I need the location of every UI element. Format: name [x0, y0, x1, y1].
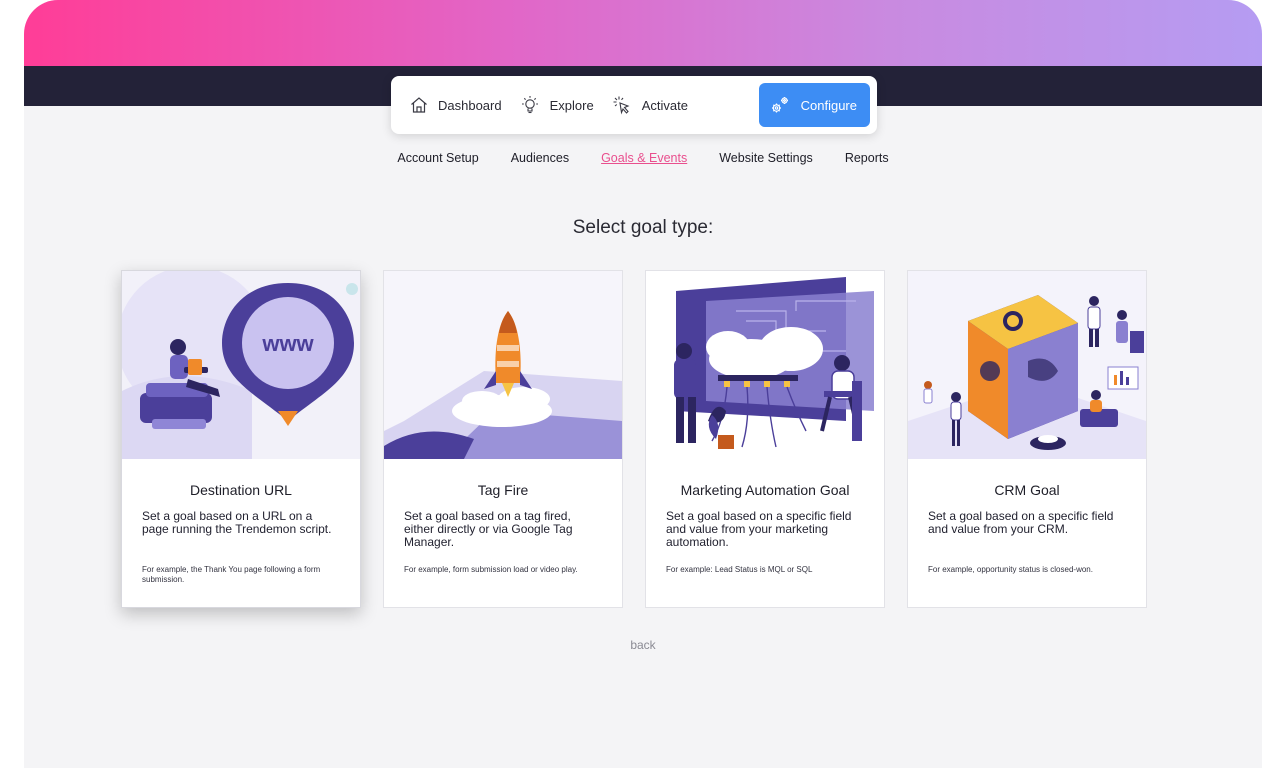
card-example: For example, form submission load or vid… [404, 565, 578, 574]
card-description: Set a goal based on a specific field and… [666, 509, 852, 549]
card-example: For example: Lead Status is MQL or SQL [666, 565, 813, 574]
subnav-goals-events[interactable]: Goals & Events [601, 151, 687, 165]
goal-card-crm[interactable]: CRM Goal Set a goal based on a specific … [907, 270, 1147, 608]
back-link[interactable]: back [24, 638, 1262, 652]
goal-card-destination-url[interactable]: www Destination URL Set a goal based on … [121, 270, 361, 608]
nav-activate-label: Activate [641, 97, 688, 113]
goal-card-marketing-automation[interactable]: Marketing Automation Goal Set a goal bas… [645, 270, 885, 608]
page-title: Select goal type: [572, 217, 714, 238]
nav-configure[interactable]: Configure [758, 83, 870, 127]
nav-dashboard[interactable]: Dashboard [403, 83, 513, 127]
subnav-reports[interactable]: Reports [845, 151, 889, 165]
goal-card-tag-fire[interactable]: Tag Fire Set a goal based on a tag fired… [383, 270, 623, 608]
card-title: Destination URL [190, 482, 292, 498]
main-nav: Dashboard Explore Activate Configure [391, 76, 877, 134]
nav-dashboard-label: Dashboard [438, 97, 502, 113]
subnav-website-settings[interactable]: Website Settings [719, 151, 813, 165]
card-title: Tag Fire [477, 482, 529, 498]
www-text: www [261, 331, 314, 356]
card-title: CRM Goal [994, 482, 1060, 498]
lightbulb-icon [521, 96, 538, 114]
card-example: For example, the Thank You page followin… [142, 565, 321, 584]
home-icon [411, 97, 427, 113]
tag-fire-illustration [384, 271, 622, 459]
destination-url-illustration: www [122, 271, 360, 459]
card-example: For example, opportunity status is close… [928, 565, 1093, 574]
crm-goal-illustration [908, 271, 1146, 459]
nav-activate[interactable]: Activate [605, 83, 699, 127]
gears-icon [771, 97, 788, 113]
marketing-automation-illustration [646, 271, 884, 459]
subnav-account-setup[interactable]: Account Setup [397, 151, 478, 165]
click-cursor-icon [613, 96, 630, 115]
sub-nav: Account Setup Audiences Goals & Events W… [24, 151, 1262, 165]
nav-explore-label: Explore [549, 97, 594, 113]
card-description: Set a goal based on a tag fired, either … [404, 509, 573, 549]
card-title: Marketing Automation Goal [680, 482, 850, 498]
nav-configure-label: Configure [800, 97, 857, 113]
card-description: Set a goal based on a URL on a page runn… [142, 509, 332, 536]
header-gradient-bar [24, 0, 1262, 66]
goal-type-cards: www Destination URL Set a goal based on … [121, 270, 1151, 610]
subnav-audiences[interactable]: Audiences [511, 151, 569, 165]
card-description: Set a goal based on a specific field and… [928, 509, 1114, 536]
app-frame: Dashboard Explore Activate Configure Acc… [24, 0, 1262, 768]
nav-explore[interactable]: Explore [513, 83, 605, 127]
